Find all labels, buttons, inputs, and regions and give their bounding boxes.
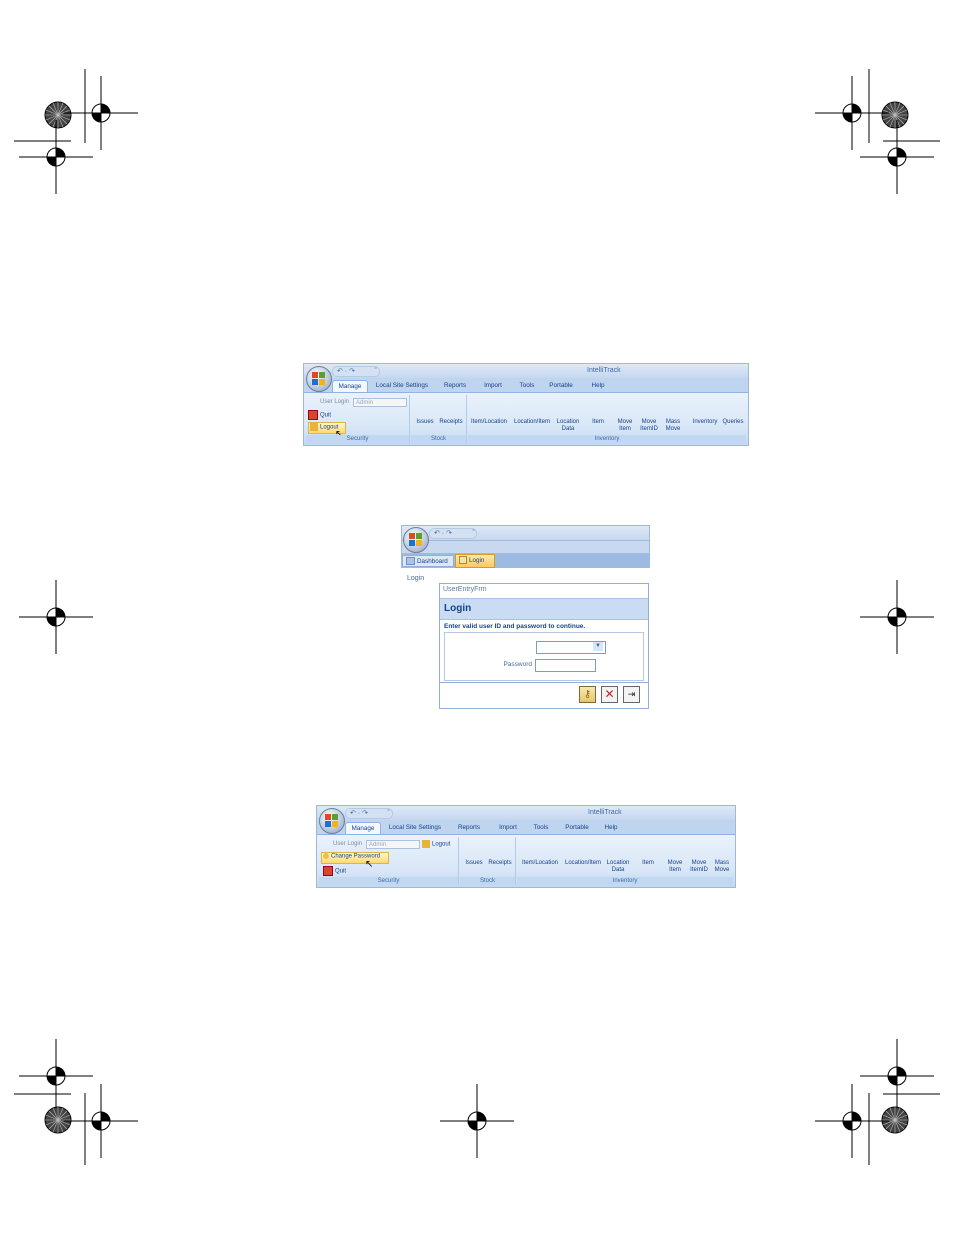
quit-icon (308, 410, 318, 420)
password-field[interactable] (535, 659, 596, 672)
group-inventory: Item/Location Location/Item Location Dat… (468, 395, 746, 443)
qat-dropdown-icon[interactable]: ⁼ (387, 808, 390, 815)
exit-button[interactable]: ⇥ (623, 686, 640, 703)
ribbon-screenshot-2: ↶ · ↷ ⁼ IntelliTrack Manage Local Site S… (316, 805, 736, 888)
group-stock: Issues Receipts Stock (411, 395, 467, 443)
quick-access-toolbar[interactable]: ↶ · ↷ (332, 366, 380, 377)
tab-tools[interactable]: Tools (513, 380, 541, 392)
quit-icon (323, 866, 333, 876)
group-stock: Issues Receipts Stock (460, 837, 516, 885)
move-item-button[interactable]: Move Item (614, 419, 636, 433)
lock-icon (422, 840, 430, 848)
credentials-box (444, 632, 644, 681)
tab-import[interactable]: Import (478, 380, 508, 392)
receipts-button[interactable]: Receipts (486, 860, 514, 867)
password-label: Password (503, 661, 532, 668)
group-security: User Login Admin Logout Change Password … (319, 837, 459, 885)
lock-icon (310, 423, 318, 431)
office-button[interactable] (319, 808, 345, 834)
queries-button[interactable]: Queries (720, 419, 746, 426)
location-data-button[interactable]: Location Data (554, 419, 582, 433)
tab-login[interactable]: Login (455, 554, 495, 568)
group-label-security: Security (319, 877, 458, 885)
issues-button[interactable]: Issues (413, 419, 437, 426)
login-form: UserEntryFrm Login Enter valid user ID a… (439, 583, 649, 709)
ribbon-tabs: Manage Local Site Settings Reports Impor… (317, 820, 735, 835)
tab-login-label: Login (469, 557, 485, 564)
office-button[interactable] (306, 366, 332, 392)
user-login-label: User Login (320, 399, 350, 405)
group-label-inventory: Inventory (517, 877, 733, 885)
document-tab-bar: Dashboard Login (401, 553, 650, 568)
quit-button[interactable]: Quit (335, 869, 346, 875)
move-itemid-button[interactable]: Move ItemID (637, 419, 661, 433)
group-label-stock: Stock (460, 877, 515, 885)
item-button[interactable]: Item (587, 419, 609, 426)
group-label-stock: Stock (411, 435, 466, 443)
ribbon-body: User Login Admin Logout Change Password … (317, 834, 735, 887)
logout-button[interactable]: Logout (432, 842, 450, 848)
blank-strip (401, 541, 650, 553)
office-button[interactable] (403, 527, 429, 553)
key-icon (323, 853, 329, 859)
cancel-button[interactable]: ✕ (601, 686, 618, 703)
chevron-down-icon[interactable]: ▼ (593, 642, 603, 651)
login-key-button[interactable]: ⚷ (579, 686, 596, 703)
location-item-button[interactable]: Location/Item (562, 860, 604, 867)
location-item-button[interactable]: Location/Item (511, 419, 553, 426)
qat-dropdown-icon[interactable]: ⁼ (374, 366, 377, 373)
mass-move-button[interactable]: Mass Move (662, 419, 684, 433)
ribbon-screenshot-1: ↶ · ↷ ⁼ IntelliTrack Manage Local Site S… (303, 363, 749, 446)
issues-button[interactable]: Issues (462, 860, 486, 867)
move-item-button[interactable]: Move Item (664, 860, 686, 874)
ribbon-tabs: Manage Local Site Settings Reports Impor… (304, 378, 748, 393)
login-screenshot: ↶ · ↷ ⁼ Dashboard Login Login UserEntryF… (401, 525, 650, 710)
mass-move-button[interactable]: Mass Move (711, 860, 733, 874)
instruction-text: Enter valid user ID and password to cont… (444, 623, 586, 630)
app-title: IntelliTrack (588, 809, 622, 816)
item-location-button[interactable]: Item/Location (468, 419, 510, 426)
tab-reports[interactable]: Reports (454, 822, 484, 834)
tab-local-site-settings[interactable]: Local Site Settings (383, 822, 447, 834)
user-login-select[interactable]: Admin (366, 840, 420, 849)
move-itemid-button[interactable]: Move ItemID (687, 860, 711, 874)
form-icon (459, 556, 467, 565)
form-caption: UserEntryFrm (443, 586, 487, 593)
inventory-button[interactable]: Inventory (688, 419, 722, 426)
tab-tools[interactable]: Tools (527, 822, 555, 834)
quick-access-toolbar[interactable]: ↶ · ↷ (429, 528, 477, 539)
tab-portable[interactable]: Portable (546, 380, 576, 392)
quick-access-toolbar[interactable]: ↶ · ↷ (345, 808, 393, 819)
tab-local-site-settings[interactable]: Local Site Settings (370, 380, 434, 392)
tab-help[interactable]: Help (585, 380, 611, 392)
app-title: IntelliTrack (587, 367, 621, 374)
tab-portable[interactable]: Portable (562, 822, 592, 834)
tab-dashboard[interactable]: Dashboard (402, 555, 454, 567)
group-inventory: Item/Location Location/Item Location Dat… (517, 837, 733, 885)
mouse-cursor-icon: ↖ (365, 859, 374, 870)
tab-import[interactable]: Import (493, 822, 523, 834)
item-location-button[interactable]: Item/Location (519, 860, 561, 867)
ribbon-body: User Login Admin Quit Logout ↖ Security … (304, 392, 748, 445)
quit-button[interactable]: Quit (320, 413, 331, 419)
qat-dropdown-icon[interactable]: ⁼ (472, 528, 475, 535)
user-login-select[interactable]: Admin (353, 398, 407, 407)
dashboard-icon (406, 557, 415, 566)
form-title: Login (444, 603, 472, 614)
user-login-label: User Login (333, 841, 363, 847)
group-security: User Login Admin Quit Logout ↖ Security (306, 395, 410, 443)
item-button[interactable]: Item (637, 860, 659, 867)
tab-dashboard-label: Dashboard (417, 558, 448, 565)
nav-label-login: Login (407, 575, 425, 582)
tab-help[interactable]: Help (598, 822, 624, 834)
receipts-button[interactable]: Receipts (437, 419, 465, 426)
location-data-button[interactable]: Location Data (604, 860, 632, 874)
group-label-security: Security (306, 435, 409, 443)
group-label-inventory: Inventory (468, 435, 746, 443)
form-footer (440, 682, 648, 683)
tab-reports[interactable]: Reports (440, 380, 470, 392)
